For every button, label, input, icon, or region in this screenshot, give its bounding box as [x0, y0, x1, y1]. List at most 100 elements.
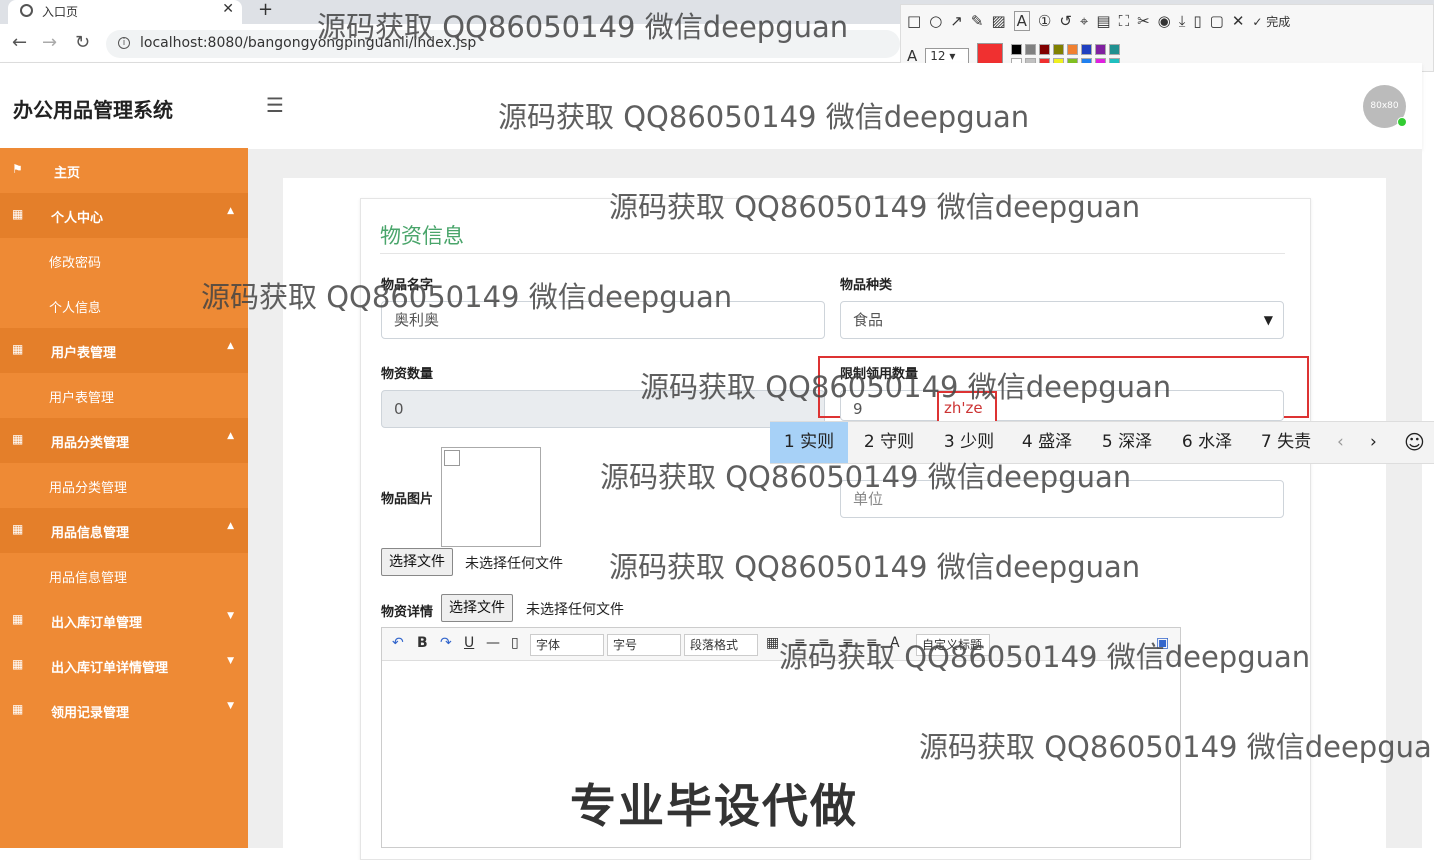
color-swatch[interactable]	[1053, 43, 1065, 55]
ellipse-tool-icon[interactable]: ○	[929, 12, 942, 30]
category-label: 物品种类	[840, 278, 893, 293]
bold-icon[interactable]: B	[417, 635, 428, 651]
watermark-text: 源码获取 QQ86050149 微信deepgua	[919, 730, 1432, 764]
sidebar-item[interactable]: ▦ 出入库订单管理 ▼	[0, 598, 248, 643]
grid-icon: ▦	[12, 657, 24, 671]
reload-icon[interactable]: ↻	[75, 32, 90, 53]
color-swatch[interactable]	[1095, 43, 1107, 55]
detail-no-file-text: 未选择任何文件	[526, 602, 624, 618]
browser-tab[interactable]: 入口页 ✕	[8, 0, 242, 24]
forward-icon[interactable]: →	[42, 32, 57, 53]
chevron-down-icon: ▼	[227, 701, 234, 711]
screenshot-toolbar: □ ○ ↗ ✎ ▨ A ① ↺ ⌖ ▤ ⛶ ✂ ◉ ⤓ ▯ ▢ ✕ ✓ 完成 A…	[900, 4, 1434, 72]
image-no-file-text: 未选择任何文件	[465, 556, 563, 572]
online-status-dot	[1397, 117, 1407, 127]
font-size-select[interactable]: 12 ▾	[925, 48, 970, 64]
pen-tool-icon[interactable]: ✎	[971, 12, 984, 30]
ime-candidate[interactable]: 6 水泽	[1168, 422, 1246, 463]
quantity-label: 物资数量	[381, 367, 434, 382]
sidebar-item[interactable]: ⚑ 主页	[0, 148, 248, 193]
color-swatch[interactable]	[1081, 43, 1093, 55]
number-tool-icon[interactable]: ①	[1038, 12, 1051, 30]
sidebar-item-label: 出入库订单详情管理	[51, 661, 169, 676]
category-select[interactable]: 食品 ▼	[840, 301, 1284, 339]
app-logo: 办公用品管理系统	[13, 98, 173, 122]
sidebar-item-label: 主页	[54, 166, 81, 181]
font-family-select[interactable]: 字体	[530, 634, 604, 656]
ime-candidate[interactable]: 7 失责	[1247, 422, 1325, 463]
grid-icon: ▦	[12, 522, 24, 536]
menu-toggle-icon[interactable]: ☰	[266, 93, 284, 117]
paragraph-format-select[interactable]: 段落格式	[684, 634, 758, 656]
font-family-value: 字体	[536, 638, 561, 652]
sidebar-item[interactable]: ▦ 用户表管理 ▲	[0, 328, 248, 373]
underline-icon[interactable]: U	[464, 635, 474, 651]
sidebar: ⚑ 主页 ▦ 个人中心 ▲ 修改密码 个人信息 ▦ 用户表管理 ▲ 用户表管理 ▦ 用品分类管理 ▲ 用品分…	[0, 148, 248, 848]
image-choose-file-button[interactable]: 选择文件	[381, 548, 453, 576]
watermark-text: 源码获取 QQ86050149 微信deepguan	[600, 460, 1132, 494]
phone-tool-icon[interactable]: ▯	[1193, 12, 1201, 30]
scan-tool-icon[interactable]: ⛶	[1119, 12, 1130, 30]
detail-choose-file-button[interactable]: 选择文件	[441, 594, 513, 622]
watermark-text: 源码获取 QQ86050149 微信deepguan	[201, 280, 733, 314]
horizontal-rule-icon[interactable]: —	[486, 635, 500, 651]
sidebar-item[interactable]: ▦ 领用记录管理 ▼	[0, 688, 248, 733]
color-swatch[interactable]	[1011, 43, 1023, 55]
grid-icon: ▦	[12, 342, 24, 356]
ime-emoji-icon[interactable]: ☺	[1404, 422, 1425, 463]
text-tool-icon[interactable]: A	[1013, 11, 1030, 31]
watermark-text: 源码获取 QQ86050149 微信deepguan	[609, 550, 1141, 584]
ime-prev-icon[interactable]: ‹	[1337, 422, 1344, 463]
sidebar-item[interactable]: ▦ 用品分类管理 ▲	[0, 418, 248, 463]
color-swatch[interactable]	[1067, 43, 1079, 55]
mosaic-tool-icon[interactable]: ▨	[991, 12, 1005, 30]
font-size-select-editor[interactable]: 字号	[607, 634, 681, 656]
sidebar-item[interactable]: ▦ 个人中心 ▲	[0, 193, 248, 238]
sidebar-item[interactable]: 用品信息管理	[0, 553, 248, 598]
redo-icon[interactable]: ↷	[440, 635, 452, 651]
undo-icon[interactable]: ↶	[392, 635, 404, 651]
sidebar-item-label: 用品分类管理	[51, 436, 130, 451]
clear-format-icon[interactable]: ▯	[511, 635, 519, 651]
sidebar-item[interactable]: 用户表管理	[0, 373, 248, 418]
cancel-tool-icon[interactable]: ✕	[1232, 12, 1245, 30]
grid-icon: ▦	[12, 432, 24, 446]
pin-tool-icon[interactable]: ⌖	[1080, 12, 1088, 30]
color-swatch[interactable]	[1109, 43, 1121, 55]
font-size-value: 12	[930, 49, 946, 63]
arrow-tool-icon[interactable]: ↗	[950, 12, 963, 30]
watermark-text: 源码获取 QQ86050149 微信deepguan	[317, 10, 849, 44]
site-info-icon[interactable]: i	[118, 37, 130, 49]
rectangle-tool-icon[interactable]: □	[907, 12, 921, 30]
ocr-tool-icon[interactable]: ▤	[1096, 12, 1110, 30]
sidebar-item-label: 出入库订单管理	[51, 616, 143, 631]
color-swatch[interactable]	[1039, 43, 1051, 55]
grid-icon: ▦	[12, 207, 24, 221]
sidebar-item[interactable]: ▦ 出入库订单详情管理 ▼	[0, 643, 248, 688]
ime-next-icon[interactable]: ›	[1370, 422, 1377, 463]
sidebar-item-label: 用品信息管理	[51, 526, 130, 541]
watermark-text: 源码获取 QQ86050149 微信deepguan	[609, 190, 1141, 224]
color-swatch[interactable]	[1025, 43, 1037, 55]
back-icon[interactable]: ←	[12, 32, 27, 53]
sidebar-item-label: 用品信息管理	[49, 571, 128, 586]
done-button[interactable]: ✓ 完成	[1252, 13, 1290, 30]
title-divider	[380, 253, 1285, 254]
record-tool-icon[interactable]: ◉	[1158, 12, 1171, 30]
translate-tool-icon[interactable]: ✂	[1137, 12, 1150, 30]
undo-tool-icon[interactable]: ↺	[1059, 12, 1072, 30]
detail-label: 物资详情	[381, 605, 434, 620]
watermark-text: 源码获取 QQ86050149 微信deepguan	[498, 100, 1030, 134]
new-tab-button[interactable]: +	[258, 0, 273, 20]
tab-close-icon[interactable]: ✕	[222, 1, 234, 17]
table-icon[interactable]: ▦	[766, 635, 779, 651]
grid-icon: ▦	[12, 702, 24, 716]
download-tool-icon[interactable]: ⤓	[1179, 12, 1186, 30]
sidebar-item[interactable]: 用品分类管理	[0, 463, 248, 508]
save-tool-icon[interactable]: ▢	[1210, 12, 1224, 30]
chevron-down-icon: ▼	[1263, 313, 1273, 327]
tab-title: 入口页	[42, 5, 79, 19]
sidebar-item[interactable]: ▦ 用品信息管理 ▲	[0, 508, 248, 553]
sidebar-item-label: 领用记录管理	[51, 706, 130, 721]
sidebar-item-label: 用户表管理	[49, 391, 115, 406]
